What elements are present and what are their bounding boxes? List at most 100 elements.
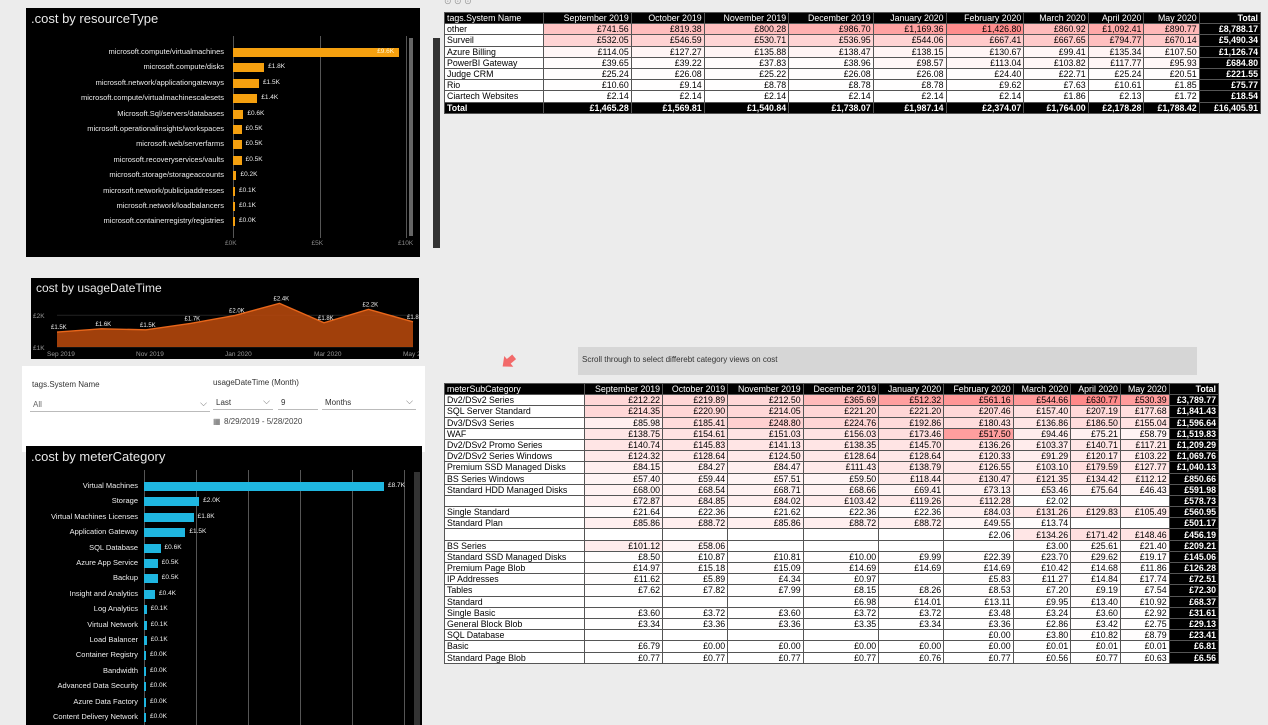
meter-bar[interactable] xyxy=(144,528,186,538)
resource-bar[interactable] xyxy=(233,140,242,150)
resource-bar[interactable] xyxy=(233,202,235,211)
meter-bar[interactable] xyxy=(144,512,194,522)
meter-bar[interactable] xyxy=(144,682,146,692)
table-row[interactable]: Basic £6.79 £0.00 £0.00 £0.00 £0.00 £0.00 £0.01… xyxy=(444,640,1220,653)
table-row[interactable]: Ciartech Websites £2.14 £2.14 £2.14 £2.14 £2.… xyxy=(443,90,1262,103)
table-row[interactable]: Rio £10.60 £9.14 £8.78 £8.78 £8.78 £9.62 £7.63 £… xyxy=(443,79,1262,92)
meter-bar[interactable] xyxy=(144,636,147,645)
column-header[interactable]: March 2020 xyxy=(1023,11,1089,25)
resource-bar[interactable] xyxy=(233,94,258,104)
table-row[interactable]: £72.87 £84.85 £84.02 £103.42 £119.26 £112.28 £… xyxy=(444,494,1220,508)
table-row[interactable]: Single Standard £21.64 £22.36 £21.62 £22.36 £… xyxy=(444,506,1220,519)
total-row[interactable]: Total £1,465.28 £1,569.81 £1,540.84 £1,738.0… xyxy=(443,101,1262,114)
column-header[interactable]: February 2020 xyxy=(945,11,1025,25)
table-row[interactable]: Premium Page Blob £14.97 £15.18 £15.09 £14.6… xyxy=(444,561,1220,575)
meter-bar[interactable] xyxy=(144,497,200,507)
table-row[interactable]: SQL Database £0.00 £3.80 £10.82 £8.79 £23.41 xyxy=(444,629,1220,642)
column-header[interactable]: January 2020 xyxy=(872,11,947,25)
table-row[interactable]: Premium SSD Managed Disks £84.15 £84.27 £84… xyxy=(444,461,1220,474)
table-row[interactable]: Single Basic £3.60 £3.72 £3.60 £3.72 £3.72 £3.… xyxy=(444,606,1220,619)
resource-bar[interactable] xyxy=(233,48,400,57)
meter-scrollbar[interactable] xyxy=(414,472,420,725)
table-cell: £5,490.34 xyxy=(1198,34,1262,47)
table-row[interactable]: other £741.56 £819.38 £800.28 £986.70 £1,169.… xyxy=(443,23,1262,36)
resource-scrollbar[interactable] xyxy=(433,38,440,248)
table-row[interactable]: Dv3/DSv3 Series £85.98 £185.41 £248.80 £224.… xyxy=(444,416,1220,429)
table-row[interactable]: Surveil £532.05 £546.59 £530.71 £536.95 £544.… xyxy=(443,34,1262,47)
resource-bar[interactable] xyxy=(233,217,235,227)
table-row[interactable]: WAF £138.75 £154.61 £151.03 £156.03 £173.46 £5… xyxy=(444,427,1220,440)
meter-bar[interactable] xyxy=(144,666,146,676)
table-row[interactable]: Dv2/DSv2 Series £212.22 £219.89 £212.50 £365… xyxy=(444,394,1220,407)
resource-bar[interactable] xyxy=(233,155,242,165)
column-header[interactable]: meterSubCategory xyxy=(444,382,585,396)
table-row[interactable]: Dv2/DSv2 Promo Series £140.74 £145.83 £141.… xyxy=(444,438,1220,452)
table-cell: £800.28 xyxy=(703,23,790,36)
resource-bar[interactable] xyxy=(233,186,235,196)
resource-scrollbar-thumb[interactable] xyxy=(409,38,413,236)
column-header[interactable]: April 2020 xyxy=(1087,11,1145,25)
column-header[interactable]: March 2020 xyxy=(1012,382,1072,396)
resource-bar[interactable] xyxy=(233,171,237,181)
column-header[interactable]: October 2019 xyxy=(662,382,729,396)
table-row[interactable]: General Block Blob £3.34 £3.36 £3.36 £3.35 £3… xyxy=(444,617,1220,631)
column-header[interactable]: October 2019 xyxy=(630,11,705,25)
column-header[interactable]: December 2019 xyxy=(788,11,874,25)
date-mode-dropdown[interactable]: Last ⌵ xyxy=(213,394,273,410)
column-header[interactable]: May 2020 xyxy=(1143,11,1200,25)
table-row[interactable]: PowerBI Gateway £39.65 £39.22 £37.83 £38.96 £… xyxy=(443,56,1262,69)
table-cell: £135.34 xyxy=(1087,45,1145,58)
column-header[interactable]: December 2019 xyxy=(802,382,880,396)
meter-subcategory-matrix[interactable]: meterSubCategory September 2019 October 20… xyxy=(444,382,1220,664)
table-row[interactable]: SQL Server Standard £214.35 £220.90 £214.05… xyxy=(444,405,1220,418)
table-row[interactable]: Azure Billing £114.05 £127.27 £135.88 £138.4… xyxy=(443,45,1262,58)
table-row[interactable]: Tables £7.62 £7.82 £7.99 £8.15 £8.26 £8.53 £7.2… xyxy=(444,584,1220,597)
table-row[interactable]: £2.06 £134.26 £171.42 £148.46 £456.19 xyxy=(444,528,1220,541)
resource-bar[interactable] xyxy=(233,125,242,134)
table-row[interactable]: Standard HDD Managed Disks £68.00 £68.54 £6… xyxy=(444,483,1220,496)
column-header[interactable]: Total xyxy=(1198,11,1262,25)
table-cell xyxy=(878,528,945,541)
meter-bar[interactable] xyxy=(144,620,147,630)
table-cell: £2,374.07 xyxy=(945,101,1025,114)
table-row[interactable]: Standard SSD Managed Disks £8.50 £10.87 £10… xyxy=(444,550,1220,564)
resource-bar[interactable] xyxy=(233,109,244,119)
meter-bar[interactable] xyxy=(144,589,156,599)
table-row[interactable]: Standard £6.98 £14.01 £13.11 £9.95 £13.40 £10.… xyxy=(444,595,1220,608)
resource-bar[interactable] xyxy=(233,63,265,73)
column-header[interactable]: tags.System Name xyxy=(443,11,545,25)
table-row[interactable]: BS Series £101.12 £58.06 £3.00 £25.61 £21.40 £… xyxy=(444,539,1220,552)
meter-bar[interactable] xyxy=(144,713,146,722)
column-header[interactable]: November 2019 xyxy=(727,382,804,396)
meter-bar[interactable] xyxy=(144,651,146,661)
table-row[interactable]: IP Addresses £11.62 £5.89 £4.34 £0.97 £5.83 £1… xyxy=(444,573,1220,586)
table-row[interactable]: BS Series Windows £57.40 £59.44 £57.51 £59.5… xyxy=(444,472,1220,485)
table-row[interactable]: Judge CRM £25.24 £26.08 £25.22 £26.08 £26.08 £… xyxy=(443,67,1262,81)
date-unit-dropdown[interactable]: Months ⌵ xyxy=(322,394,416,410)
date-count-input[interactable]: 9 xyxy=(278,394,318,410)
column-header[interactable]: April 2020 xyxy=(1070,382,1121,396)
meter-bar[interactable] xyxy=(144,482,384,491)
meter-bar[interactable] xyxy=(144,697,146,707)
table-cell: £18.54 xyxy=(1198,90,1262,103)
table-row[interactable]: Standard Page Blob £0.77 £0.77 £0.77 £0.77 £0… xyxy=(444,651,1220,664)
column-header[interactable]: February 2020 xyxy=(943,382,1014,396)
table-row[interactable]: Dv2/DSv2 Series Windows £124.32 £128.64 £12… xyxy=(444,450,1220,463)
system-name-dropdown[interactable]: All ⌵ xyxy=(30,396,210,412)
meter-bar[interactable] xyxy=(144,605,147,615)
column-header[interactable]: January 2020 xyxy=(878,382,945,396)
table-row[interactable]: Standard Plan £85.86 £88.72 £85.86 £88.72 £88… xyxy=(444,517,1220,530)
system-name-matrix[interactable]: tags.System Name September 2019 October 20… xyxy=(443,11,1262,114)
column-header[interactable]: May 2020 xyxy=(1119,382,1170,396)
meter-bar[interactable] xyxy=(144,574,158,584)
table-cell: £544.06 xyxy=(872,34,947,47)
meter-bar[interactable] xyxy=(144,543,161,553)
column-header[interactable]: September 2019 xyxy=(583,382,664,396)
top-icons[interactable]: ⊙ ⊙ ⊙ xyxy=(444,0,472,7)
column-header[interactable]: Total xyxy=(1168,382,1220,396)
resource-bar[interactable] xyxy=(233,78,259,88)
meter-bar[interactable] xyxy=(144,559,158,568)
column-header[interactable]: September 2019 xyxy=(543,11,632,25)
table-cell: £8.78 xyxy=(872,79,947,92)
column-header[interactable]: November 2019 xyxy=(703,11,790,25)
